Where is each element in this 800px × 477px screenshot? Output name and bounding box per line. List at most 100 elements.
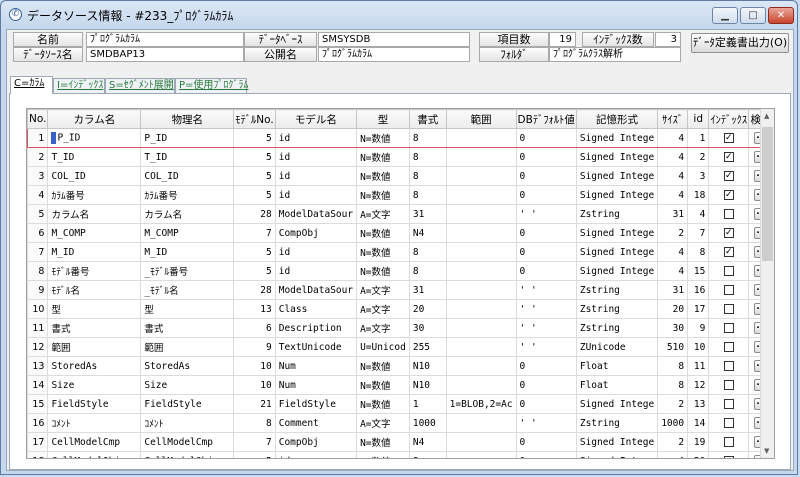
folder-field[interactable]: ﾌﾟﾛｸﾞﾗﾑｸﾗｽ解析 <box>549 47 681 62</box>
column-name-cell[interactable]: ﾓﾃﾞﾙ番号 <box>47 261 142 281</box>
index-checkbox[interactable] <box>723 456 734 458</box>
db-default-cell[interactable]: ' ' <box>515 413 577 433</box>
storage-cell[interactable]: Signed Intege <box>575 223 659 243</box>
physical-name-cell[interactable]: FieldStyle <box>140 394 235 414</box>
output-definition-button[interactable]: ﾃﾞｰﾀ定義書出力(O) <box>691 33 789 53</box>
model-name-cell[interactable]: id <box>274 261 358 281</box>
column-name-cell[interactable]: 型 <box>47 299 142 319</box>
column-name-cell[interactable]: 書式 <box>47 318 142 338</box>
model-no-cell[interactable]: 13 <box>233 299 276 319</box>
size-cell[interactable]: 4 <box>657 185 689 205</box>
index-checkbox[interactable] <box>723 380 734 390</box>
range-cell[interactable] <box>445 413 517 433</box>
storage-cell[interactable]: Signed Intege <box>575 166 659 186</box>
range-cell[interactable] <box>445 432 517 452</box>
db-default-cell[interactable]: 0 <box>515 356 577 376</box>
column-name-cell[interactable]: FieldStyle <box>47 394 142 414</box>
model-no-cell[interactable]: 5 <box>233 185 276 205</box>
scroll-up-icon[interactable]: ▲ <box>764 112 769 120</box>
range-cell[interactable] <box>445 261 517 281</box>
model-no-cell[interactable]: 28 <box>233 204 276 224</box>
id-cell[interactable]: 14 <box>687 413 710 433</box>
physical-name-cell[interactable]: カラム名 <box>140 204 235 224</box>
size-cell[interactable]: 2 <box>657 432 689 452</box>
physical-name-cell[interactable]: Size <box>140 375 235 395</box>
size-cell[interactable]: 2 <box>657 394 689 414</box>
id-cell[interactable]: 11 <box>687 356 710 376</box>
db-default-cell[interactable]: ' ' <box>515 318 577 338</box>
index-checkbox[interactable]: ✓ <box>723 133 734 143</box>
physical-name-cell[interactable]: ｶﾗﾑ番号 <box>140 185 235 205</box>
tab-columns[interactable]: C=ｶﾗﾑ <box>10 76 53 94</box>
index-checkbox[interactable] <box>723 361 734 371</box>
format-cell[interactable]: N10 <box>408 375 447 395</box>
table-row[interactable]: 3COL_IDCOL_ID5idN=数値80Signed Intege43✓… <box>27 166 774 186</box>
db-default-cell[interactable]: 0 <box>515 223 577 243</box>
storage-cell[interactable]: Signed Intege <box>575 394 659 414</box>
model-no-cell[interactable]: 10 <box>233 356 276 376</box>
range-cell[interactable] <box>445 451 517 458</box>
id-cell[interactable]: 10 <box>687 337 710 357</box>
table-row[interactable]: 16 ｺﾒﾝﾄ ｺﾒﾝﾄ 8 Comment A=文字 1000 ' ' Zstring 1000… <box>27 413 774 433</box>
model-no-cell[interactable]: 5 <box>233 242 276 262</box>
column-header[interactable]: 物理名 <box>140 109 235 129</box>
model-name-cell[interactable]: id <box>274 185 358 205</box>
db-default-cell[interactable]: 0 <box>515 375 577 395</box>
model-no-cell[interactable]: 28 <box>233 280 276 300</box>
table-row[interactable]: 10型型13ClassA=文字20' 'Zstring2017… <box>27 299 774 319</box>
range-cell[interactable] <box>445 375 517 395</box>
index-checkbox[interactable]: ✓ <box>723 247 734 257</box>
db-default-cell[interactable]: 0 <box>515 242 577 262</box>
model-name-cell[interactable]: Class <box>274 299 358 319</box>
model-no-cell[interactable]: 6 <box>233 318 276 338</box>
id-cell[interactable]: 8 <box>687 242 710 262</box>
table-row[interactable]: 13StoredAsStoredAs10NumN=数値N100Float811… <box>27 356 774 376</box>
physical-name-cell[interactable]: CellModelObj <box>140 451 235 458</box>
size-cell[interactable]: 31 <box>657 204 689 224</box>
index-checkbox[interactable] <box>723 209 734 219</box>
column-name-cell[interactable]: P_ID <box>47 128 142 148</box>
column-header[interactable]: モデル名 <box>274 109 358 129</box>
index-checkbox[interactable]: ✓ <box>723 171 734 181</box>
tab-programs[interactable]: P=使用ﾌﾟﾛｸﾞﾗﾑ <box>175 78 248 93</box>
table-row[interactable]: 2T_IDT_ID5idN=数値80Signed Intege42✓… <box>27 147 774 167</box>
db-default-cell[interactable]: 0 <box>515 166 577 186</box>
storage-cell[interactable]: Signed Intege <box>575 242 659 262</box>
storage-cell[interactable]: Signed Intege <box>575 128 659 148</box>
db-default-cell[interactable]: ' ' <box>515 280 577 300</box>
column-header[interactable]: 書式 <box>408 109 447 129</box>
type-cell[interactable]: N=数値 <box>356 375 410 395</box>
storage-cell[interactable]: Signed Intege <box>575 185 659 205</box>
size-cell[interactable]: 1000 <box>657 413 689 433</box>
size-cell[interactable]: 20 <box>657 299 689 319</box>
public-name-field[interactable]: ﾌﾟﾛｸﾞﾗﾑｶﾗﾑ <box>318 47 470 62</box>
index-checkbox[interactable] <box>723 437 734 447</box>
format-cell[interactable]: N10 <box>408 356 447 376</box>
range-cell[interactable] <box>445 204 517 224</box>
model-name-cell[interactable]: id <box>274 147 358 167</box>
type-cell[interactable]: N=数値 <box>356 223 410 243</box>
size-cell[interactable]: 4 <box>657 128 689 148</box>
id-cell[interactable]: 12 <box>687 375 710 395</box>
type-cell[interactable]: N=数値 <box>356 451 410 458</box>
model-no-cell[interactable]: 7 <box>233 223 276 243</box>
column-header[interactable]: カラム名 <box>47 109 142 129</box>
db-default-cell[interactable]: 0 <box>515 451 577 458</box>
format-cell[interactable]: 8 <box>408 128 447 148</box>
physical-name-cell[interactable]: 型 <box>140 299 235 319</box>
physical-name-cell[interactable]: _ﾓﾃﾞﾙ名 <box>140 280 235 300</box>
format-cell[interactable]: N4 <box>408 432 447 452</box>
table-row[interactable]: 6 M_COMP M_COMP 7 CompObj N=数値 N4 0 Signed Integ… <box>27 223 774 243</box>
model-no-cell[interactable]: 7 <box>233 432 276 452</box>
table-row[interactable]: 15 FieldStyle FieldStyle 21 FieldStyle N=数値 1 1… <box>27 394 774 414</box>
physical-name-cell[interactable]: T_ID <box>140 147 235 167</box>
format-cell[interactable]: 8 <box>408 261 447 281</box>
model-name-cell[interactable]: CompObj <box>274 223 358 243</box>
index-checkbox[interactable]: ✓ <box>723 190 734 200</box>
range-cell[interactable] <box>445 280 517 300</box>
column-name-cell[interactable]: CellModelCmp <box>47 432 142 452</box>
datasource-name-field[interactable]: SMDBAP13 <box>86 47 244 62</box>
index-checkbox[interactable] <box>723 285 734 295</box>
model-name-cell[interactable]: Num <box>274 356 358 376</box>
index-checkbox[interactable] <box>723 418 734 428</box>
